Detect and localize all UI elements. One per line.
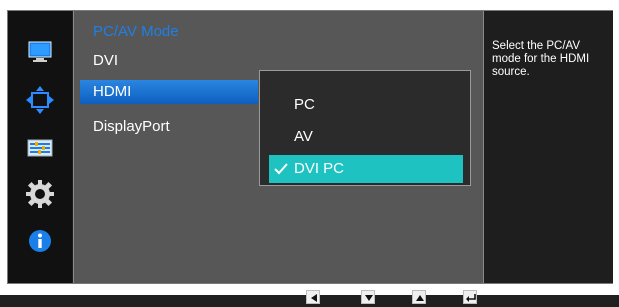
info-icon[interactable] bbox=[24, 225, 56, 257]
left-arrow-icon[interactable] bbox=[306, 290, 320, 304]
monitor-icon[interactable] bbox=[24, 35, 56, 67]
option-dvi-pc-label: DVI PC bbox=[294, 160, 345, 177]
up-arrow-icon[interactable] bbox=[412, 290, 426, 304]
help-text: Select the PC/AV mode for the HDMI sourc… bbox=[492, 40, 590, 78]
enter-icon[interactable] bbox=[463, 290, 477, 304]
option-av[interactable]: AV bbox=[269, 123, 463, 151]
menu-item-displayport[interactable]: DisplayPort bbox=[80, 115, 258, 139]
osd-menu-window: PC/AV Mode DVI HDMI DisplayPort PC AV DV… bbox=[7, 10, 613, 284]
checkmark-icon bbox=[274, 163, 288, 175]
gear-icon[interactable] bbox=[24, 178, 56, 210]
arrows-icon[interactable] bbox=[24, 84, 56, 116]
help-panel: Select the PC/AV mode for the HDMI sourc… bbox=[485, 11, 613, 283]
menu-item-hdmi[interactable]: HDMI bbox=[80, 80, 258, 104]
menu-item-dvi[interactable]: DVI bbox=[80, 49, 258, 73]
menu-title: PC/AV Mode bbox=[93, 23, 179, 40]
down-arrow-icon[interactable] bbox=[361, 290, 375, 304]
category-sidebar bbox=[8, 11, 72, 283]
option-pc[interactable]: PC bbox=[269, 91, 463, 119]
option-dvi-pc[interactable]: DVI PC bbox=[269, 155, 463, 183]
mode-popup: PC AV DVI PC bbox=[259, 70, 471, 186]
sliders-icon[interactable] bbox=[24, 132, 56, 164]
